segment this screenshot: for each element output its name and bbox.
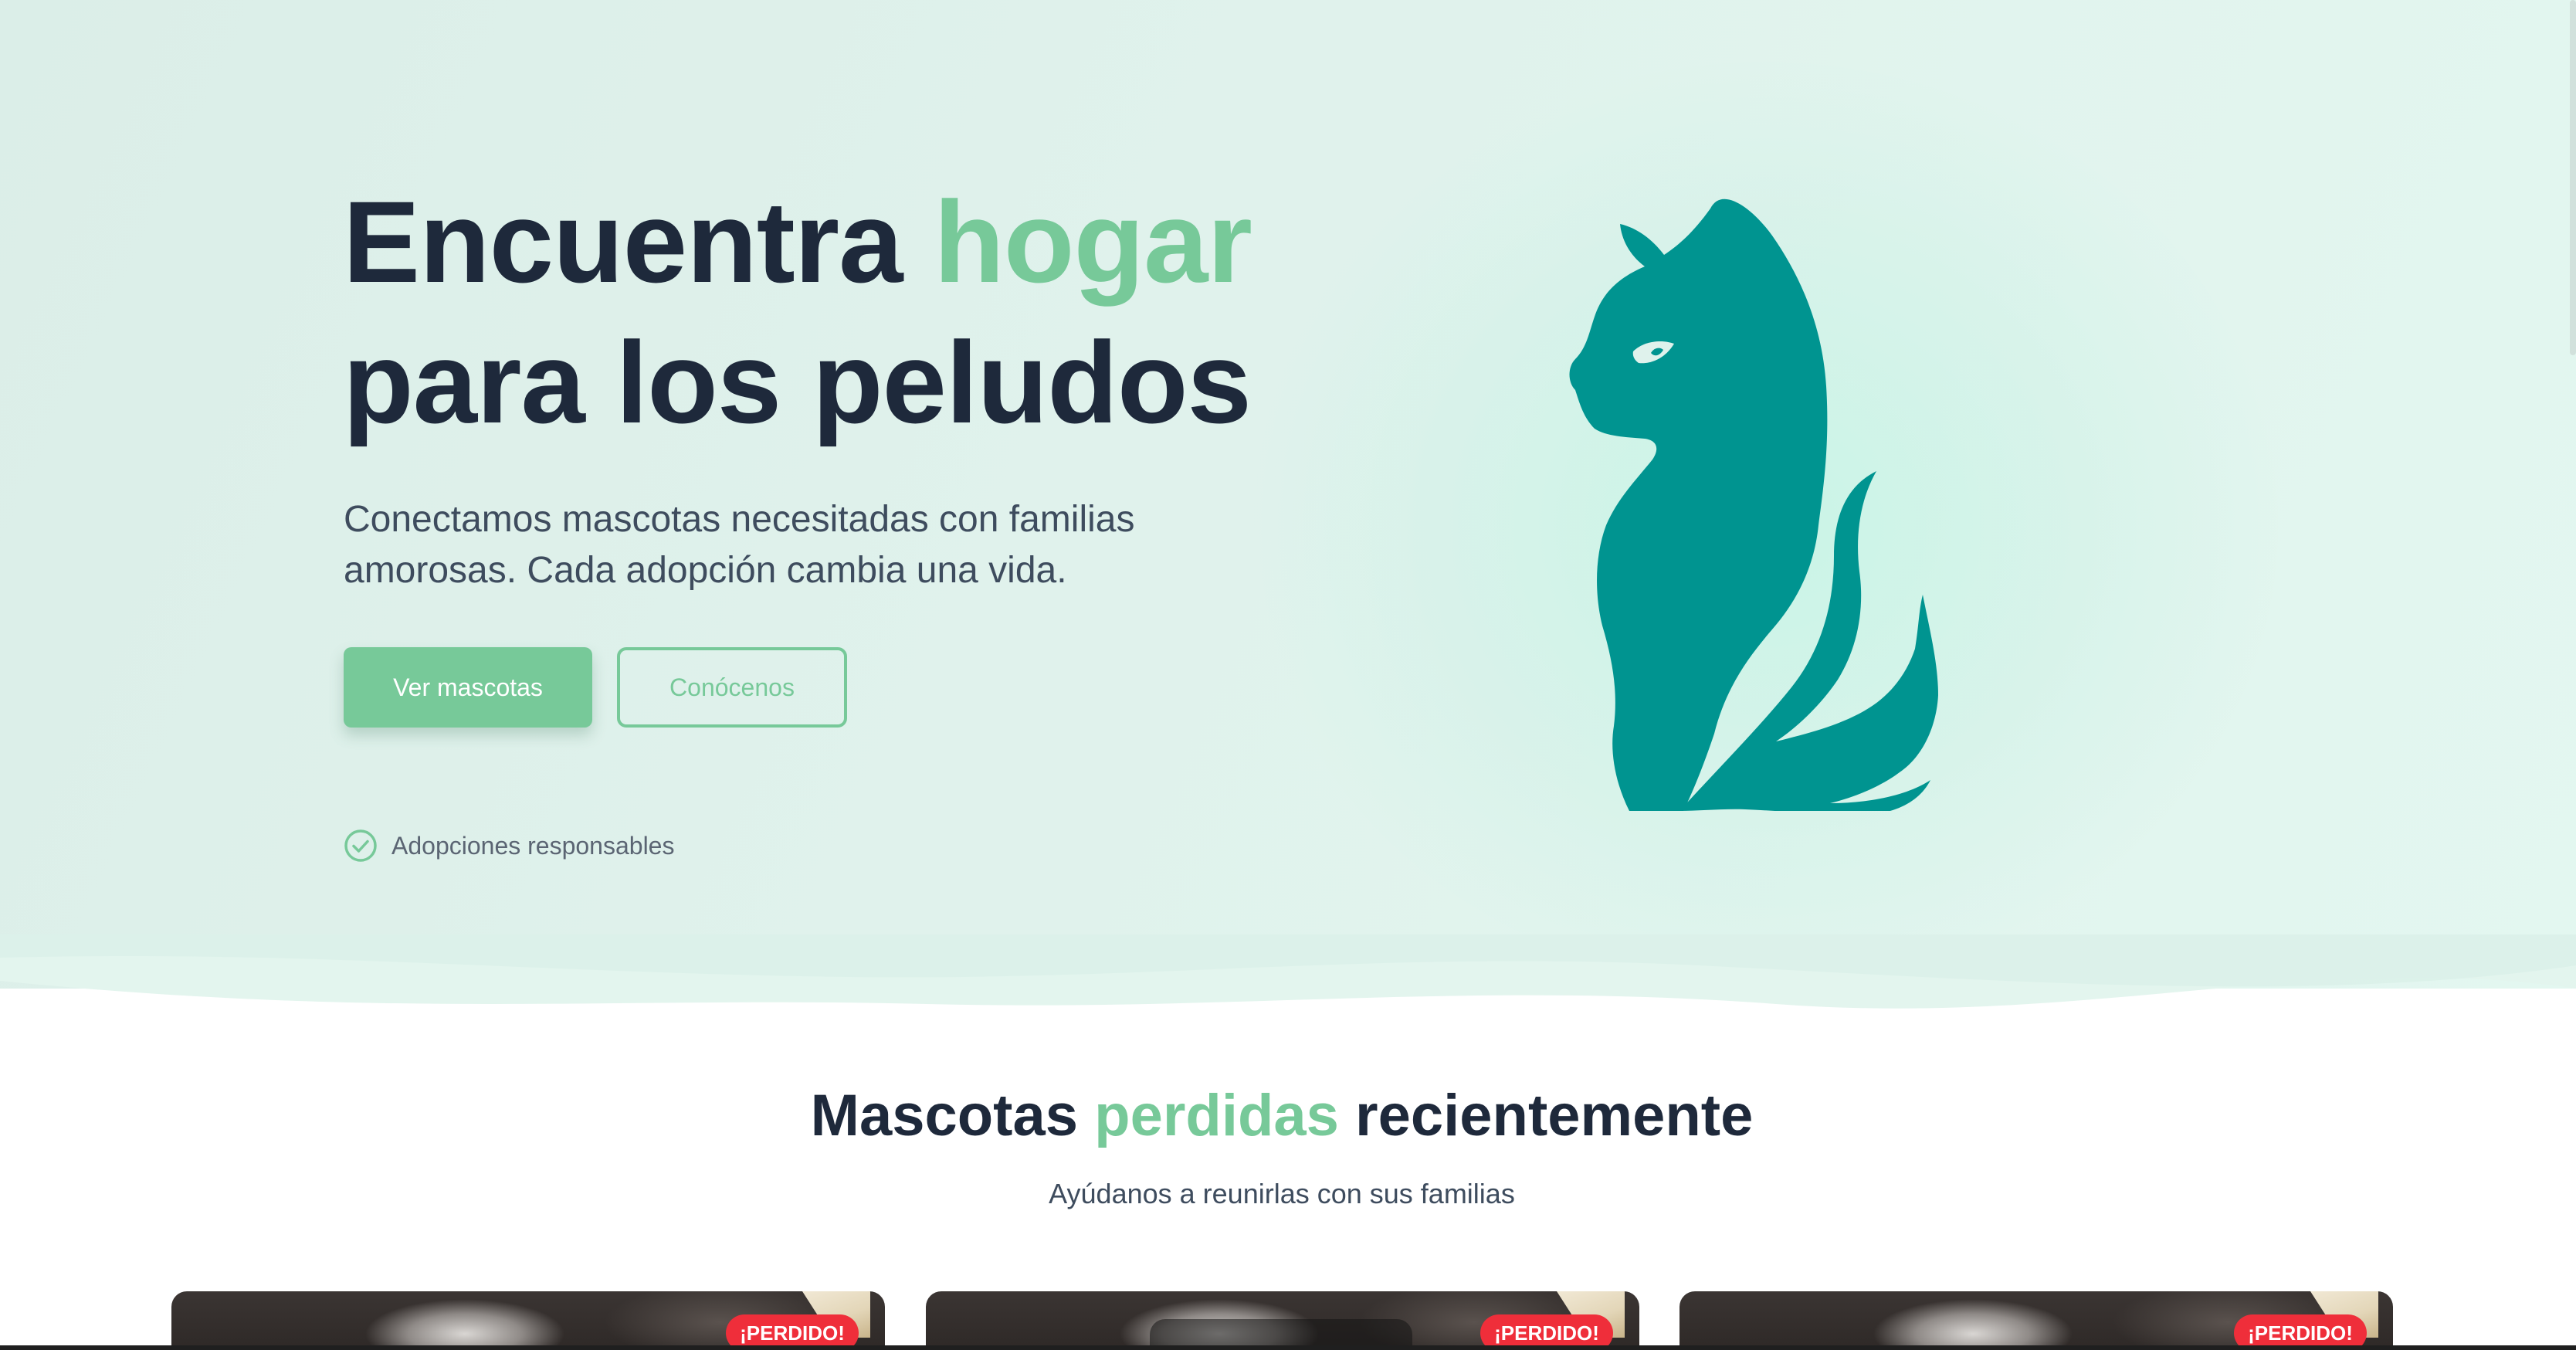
ver-mascotas-button[interactable]: Ver mascotas — [344, 647, 592, 728]
scrollbar[interactable] — [2570, 0, 2576, 355]
conocenos-button[interactable]: Conócenos — [617, 647, 847, 728]
feature-label: Adopciones responsables — [391, 831, 675, 860]
lost-pet-card[interactable]: ¡PERDIDO! — [1679, 1291, 2393, 1350]
hero-title-part1: Encuentra — [343, 177, 934, 307]
lost-pet-card[interactable]: ¡PERDIDO! — [926, 1291, 1639, 1350]
pet-photo-fur — [1873, 1299, 2073, 1350]
check-circle-icon — [344, 829, 377, 862]
hero-section: Encuentra hogar para los peludos Conecta… — [0, 0, 2576, 989]
hero-title-part2: para los peludos — [343, 317, 1252, 447]
lost-title-part2: recientemente — [1338, 1083, 1754, 1148]
hero-title: Encuentra hogar para los peludos — [343, 171, 1347, 453]
lost-pets-title: Mascotas perdidas recientemente — [0, 1077, 2564, 1155]
lost-title-part1: Mascotas — [810, 1083, 1095, 1148]
lost-pets-subtitle: Ayúdanos a reunirlas con sus familias — [1049, 1178, 1515, 1209]
feature-responsible-adoptions: Adopciones responsables — [344, 826, 674, 865]
hero-title-accent: hogar — [934, 177, 1252, 307]
hero-subtitle: Conectamos mascotas necesitadas con fami… — [344, 499, 1135, 591]
cat-silhouette-icon — [1569, 198, 1938, 811]
pet-photo-fur — [364, 1299, 565, 1350]
lost-pet-card[interactable]: ¡PERDIDO! — [171, 1291, 885, 1350]
lost-title-accent: perdidas — [1094, 1083, 1339, 1148]
window-bottom-edge — [0, 1345, 2576, 1350]
hero-wave-divider — [0, 934, 2576, 1009]
